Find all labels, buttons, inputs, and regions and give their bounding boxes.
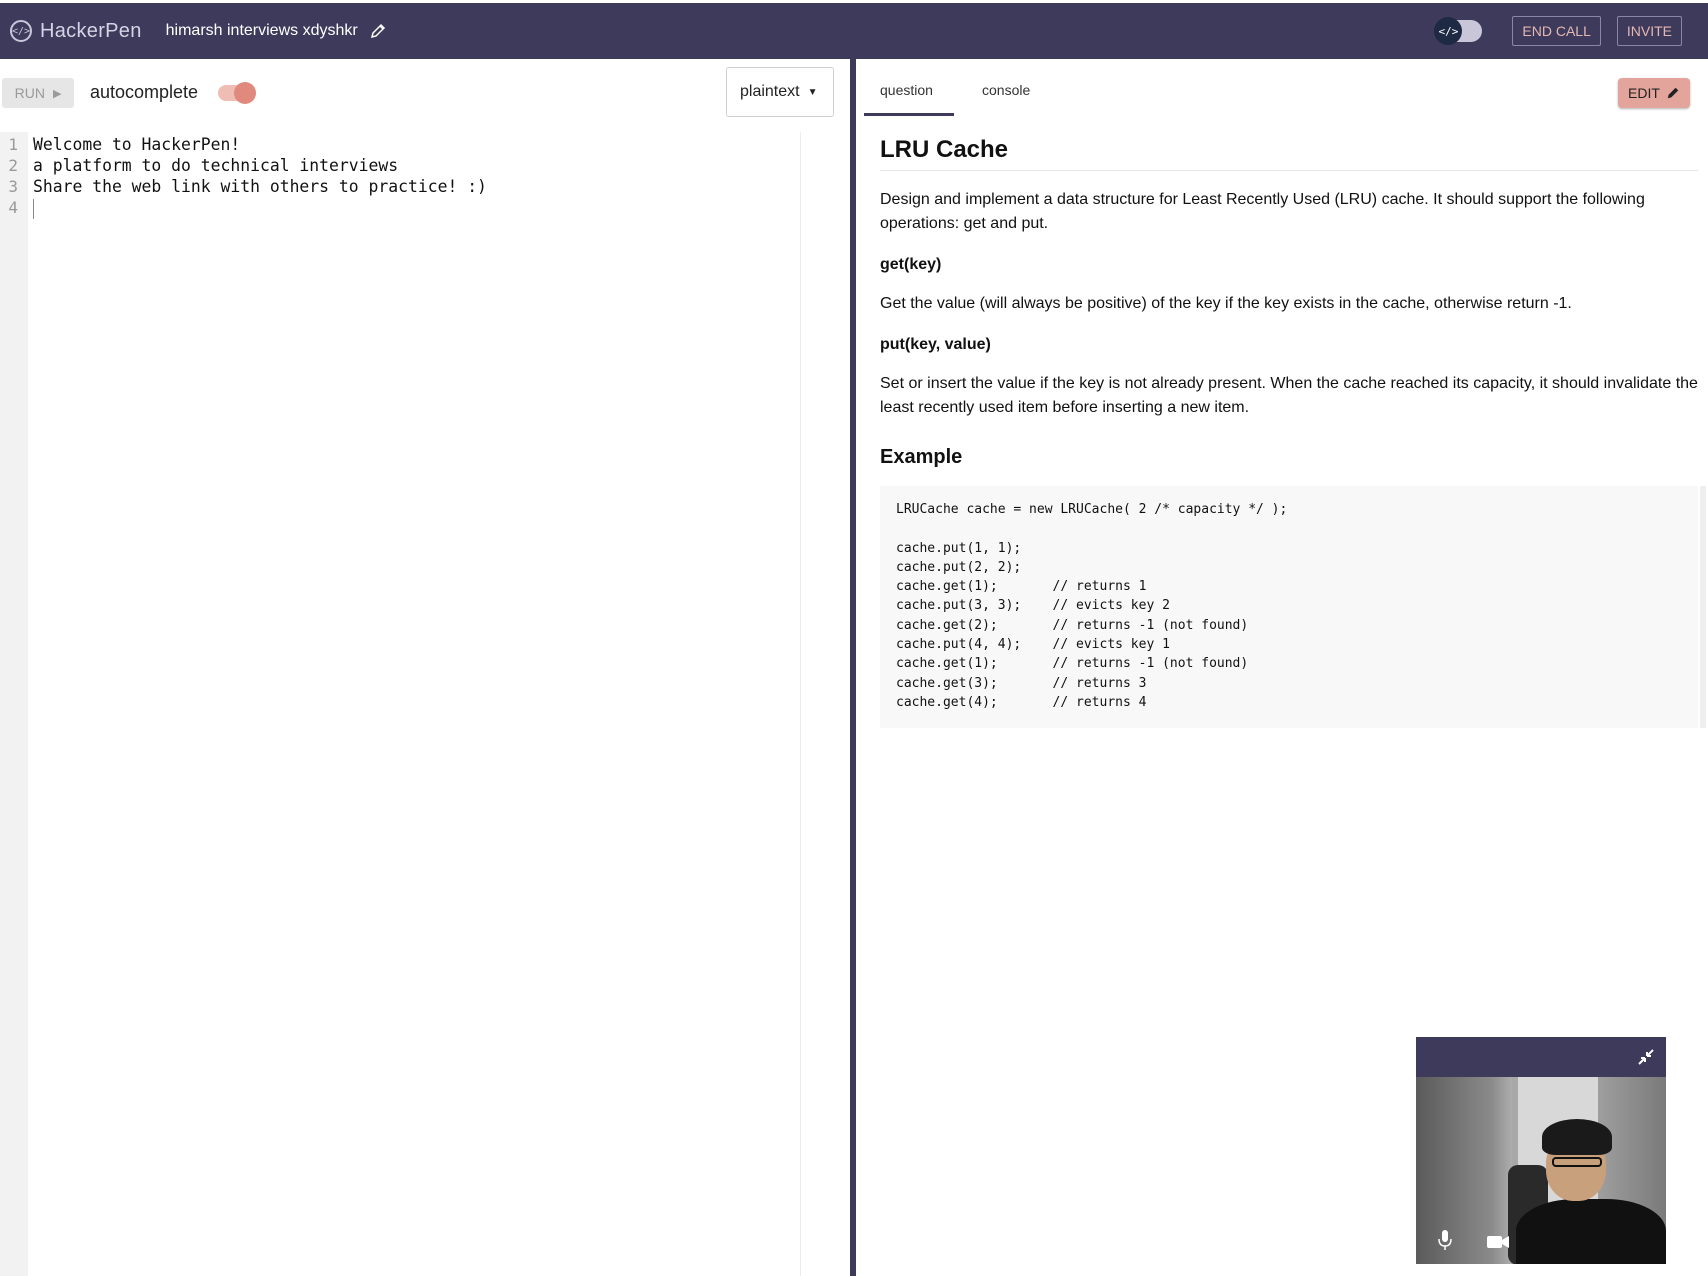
example-heading: Example [880, 446, 963, 468]
line-number: 4 [8, 198, 18, 217]
pencil-icon [1666, 86, 1680, 100]
line-number: 1 [8, 135, 18, 154]
line-number: 2 [8, 156, 18, 175]
title-divider [880, 170, 1698, 171]
run-label: RUN [14, 85, 45, 101]
code-line[interactable]: Welcome to HackerPen! [33, 134, 240, 155]
language-value: plaintext [740, 83, 800, 100]
logo-text: HackerPen [40, 19, 142, 42]
edit-button[interactable]: EDIT [1618, 78, 1690, 108]
edit-label: EDIT [1628, 85, 1660, 101]
code-brackets-icon: </> [10, 20, 32, 42]
person-body [1516, 1199, 1666, 1264]
logo[interactable]: </> HackerPen [10, 20, 142, 43]
get-description: Get the value (will always be positive) … [880, 295, 1572, 312]
toggle-knob [234, 82, 256, 104]
microphone-icon[interactable] [1436, 1229, 1454, 1256]
line-number: 3 [8, 177, 18, 196]
language-select[interactable]: plaintext ▼ [726, 67, 834, 117]
put-heading: put(key, value) [880, 336, 991, 353]
editor-mode-toggle[interactable]: </> [1434, 17, 1483, 45]
person-glasses [1552, 1157, 1602, 1167]
code-toggle-icon: </> [1434, 17, 1463, 45]
run-button[interactable]: RUN ▶ [2, 78, 74, 108]
line-number-gutter [0, 132, 28, 1276]
question-intro: Design and implement a data structure fo… [880, 191, 1645, 232]
camera-icon[interactable] [1486, 1233, 1510, 1256]
invite-button[interactable]: INVITE [1616, 16, 1682, 46]
video-header [1416, 1037, 1666, 1077]
caret-down-icon: ▼ [807, 86, 818, 98]
person-hair [1542, 1119, 1612, 1155]
example-code: LRUCache cache = new LRUCache( 2 /* capa… [896, 502, 1288, 710]
autocomplete-toggle[interactable] [218, 82, 256, 104]
tab-console[interactable]: console [982, 82, 1030, 98]
code-block-scrollbar[interactable] [1700, 486, 1706, 728]
example-code-block: LRUCache cache = new LRUCache( 2 /* capa… [880, 486, 1698, 728]
active-tab-indicator [864, 113, 954, 116]
text-cursor [33, 199, 34, 219]
tab-question[interactable]: question [880, 82, 933, 98]
code-line[interactable]: a platform to do technical interviews [33, 155, 398, 176]
video-feed [1416, 1077, 1666, 1264]
play-icon: ▶ [52, 87, 62, 100]
editor-pane [0, 59, 850, 1276]
autocomplete-label: autocomplete [90, 82, 199, 102]
top-bar: </> HackerPen himarsh interviews xdyshkr… [0, 3, 1708, 59]
editor-ruler [800, 132, 801, 1276]
code-line[interactable]: Share the web link with others to practi… [33, 176, 487, 197]
minimize-icon[interactable] [1636, 1047, 1656, 1072]
session-title: himarsh interviews xdyshkr [165, 22, 358, 39]
question-title: LRU Cache [880, 136, 1009, 163]
end-call-button[interactable]: END CALL [1512, 16, 1601, 46]
pencil-icon[interactable] [370, 23, 386, 39]
put-description: Set or insert the value if the key is no… [880, 375, 1698, 416]
get-heading: get(key) [880, 256, 942, 273]
video-call-widget[interactable] [1416, 1037, 1666, 1264]
